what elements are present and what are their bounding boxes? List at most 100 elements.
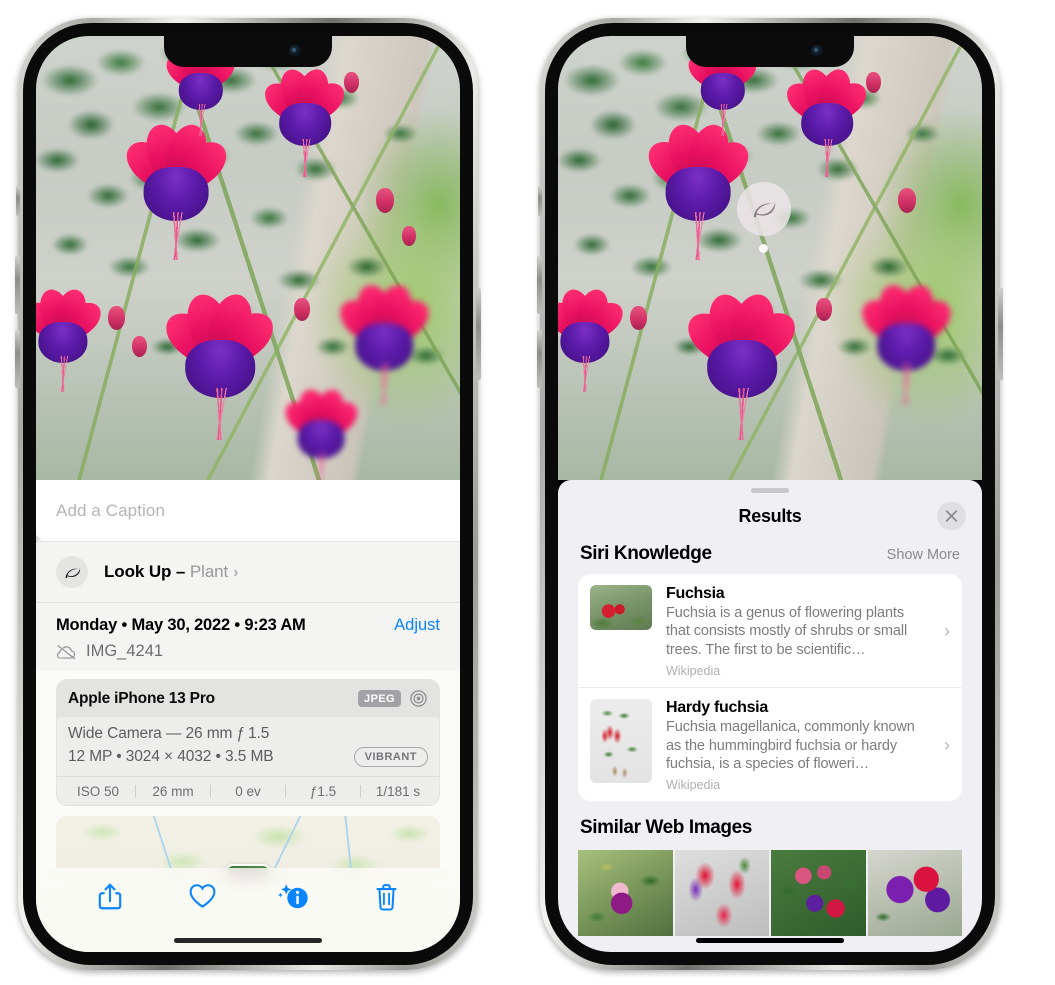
look-up-label: Look Up – Plant › [104, 562, 238, 582]
volume-down-button[interactable] [537, 330, 542, 388]
exif-stat-focal: 26 mm [152, 784, 194, 799]
front-camera [289, 45, 301, 57]
flower-bud [816, 298, 832, 321]
exif-header: Apple iPhone 13 Pro JPEG [57, 680, 439, 717]
flower-bud [402, 226, 416, 246]
exif-stat-shutter: 1/181 s [375, 784, 421, 799]
result-text: Fuchsia Fuchsia is a genus of flowering … [652, 585, 944, 678]
list-item[interactable]: Fuchsia Fuchsia is a genus of flowering … [578, 574, 962, 687]
power-button[interactable] [998, 288, 1003, 380]
device-notch [686, 36, 854, 67]
exif-stat-aperture: ƒ1.5 [309, 784, 337, 799]
home-indicator[interactable] [696, 938, 844, 943]
exif-stat-ev: 0 ev [235, 784, 261, 799]
share-icon [98, 883, 122, 910]
look-up-row[interactable]: Look Up – Plant › [36, 534, 460, 602]
flower-bloom [679, 289, 805, 440]
flower-bud [630, 306, 647, 330]
result-source: Wikipedia [666, 778, 721, 793]
leaf-icon-container [56, 556, 88, 588]
photo-filename: IMG_4241 [86, 642, 164, 660]
flower-bloom [278, 386, 364, 480]
flower-bud [132, 336, 147, 357]
volume-down-button[interactable] [15, 330, 20, 388]
close-icon [945, 510, 958, 522]
flower-bloom [558, 285, 630, 393]
sparkle-icon [36, 534, 42, 544]
result-thumbnail [590, 699, 652, 784]
chevron-right-icon: › [944, 621, 950, 642]
phone-right: Results Siri Knowledge Show More Fuchsia… [537, 18, 1003, 970]
caption-field-row[interactable]: Add a Caption [36, 480, 460, 542]
info-sparkle-icon [278, 884, 308, 909]
flower-bloom [332, 280, 436, 406]
close-button[interactable] [937, 501, 966, 531]
result-source: Wikipedia [666, 664, 721, 679]
siri-knowledge-header: Siri Knowledge Show More [558, 539, 982, 574]
favorite-button[interactable] [156, 882, 248, 910]
page-title: Results [738, 505, 802, 526]
info-button[interactable] [248, 882, 340, 912]
silence-switch[interactable] [16, 186, 20, 216]
share-button[interactable] [64, 882, 156, 912]
aperture-icon [410, 690, 427, 707]
leaf-icon [753, 202, 776, 218]
adjust-button[interactable]: Adjust [394, 616, 440, 635]
exif-stats-row: ISO 50 26 mm 0 ev ƒ1.5 1/181 s [57, 776, 439, 805]
similar-image-thumb[interactable] [578, 850, 673, 937]
home-indicator[interactable] [174, 938, 322, 943]
exif-header-badges: JPEG [358, 689, 428, 708]
cloud-slash-icon [56, 644, 76, 659]
trash-icon [375, 884, 397, 911]
similar-image-thumb[interactable] [867, 850, 962, 937]
show-more-button[interactable]: Show More [887, 547, 960, 563]
volume-up-button[interactable] [537, 256, 542, 314]
photo-viewer[interactable] [36, 36, 460, 480]
flower-bud [344, 72, 359, 93]
phone-left: Add a Caption Look Up – Plant › Monday •… [15, 18, 481, 970]
screenshot-canvas: Add a Caption Look Up – Plant › Monday •… [0, 0, 1055, 985]
camera-device: Apple iPhone 13 Pro [68, 689, 215, 707]
result-title: Hardy fuchsia [666, 699, 768, 717]
silence-switch[interactable] [538, 186, 542, 216]
photo-style-chip: VIBRANT [353, 747, 428, 767]
list-item[interactable]: Hardy fuchsia Fuchsia magellanica, commo… [578, 687, 962, 801]
delete-button[interactable] [340, 882, 432, 912]
flower-bud [898, 188, 916, 213]
leaf-icon [65, 567, 80, 578]
flower-bud [108, 306, 125, 330]
visual-look-up-badge[interactable] [737, 182, 791, 236]
phone-screen-right: Results Siri Knowledge Show More Fuchsia… [558, 36, 982, 952]
badge-anchor-dot [759, 244, 768, 253]
chevron-right-icon: › [944, 735, 950, 756]
exif-stat-iso: ISO 50 [76, 784, 120, 799]
flower-bloom [36, 285, 108, 393]
flower-bloom [117, 119, 235, 260]
result-thumbnail [590, 585, 652, 630]
exif-card[interactable]: Apple iPhone 13 Pro JPEG Wide Camera — 2… [56, 679, 440, 806]
lens-info: Wide Camera — 26 mm ƒ 1.5 [68, 725, 270, 742]
format-chip: JPEG [358, 690, 401, 707]
flower-bloom [157, 289, 283, 440]
metadata-block: Monday • May 30, 2022 • 9:23 AM Adjust I… [36, 602, 460, 671]
result-title: Fuchsia [666, 585, 725, 602]
flower-bud [866, 72, 881, 93]
device-notch [164, 36, 332, 67]
section-title: Similar Web Images [580, 817, 752, 839]
caption-input[interactable]: Add a Caption [56, 501, 165, 521]
look-up-prefix: Look Up – [104, 562, 190, 581]
photo-viewer[interactable] [558, 36, 982, 480]
power-button[interactable] [476, 288, 481, 380]
date-row: Monday • May 30, 2022 • 9:23 AM Adjust [56, 603, 440, 635]
flower-bud [294, 298, 310, 321]
chevron-right-icon: › [233, 564, 239, 581]
file-size-info: 12 MP • 3024 × 4032 • 3.5 MB [68, 748, 274, 765]
volume-up-button[interactable] [15, 256, 20, 314]
flower-bloom [639, 119, 757, 260]
result-description: Fuchsia is a genus of flowering plants t… [666, 605, 908, 658]
similar-image-thumb[interactable] [771, 850, 866, 937]
exif-body: Wide Camera — 26 mm ƒ 1.5 12 MP • 3024 ×… [57, 717, 439, 776]
photo-date: Monday • May 30, 2022 • 9:23 AM [56, 616, 306, 634]
similar-image-thumb[interactable] [674, 850, 769, 937]
similar-images-strip[interactable] [558, 850, 982, 937]
